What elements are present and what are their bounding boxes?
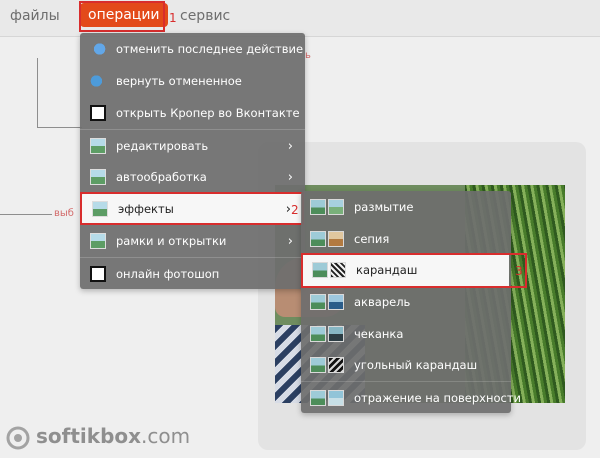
image-edit-icon bbox=[90, 138, 106, 154]
menu-item-label: вернуть отмененное bbox=[116, 74, 242, 88]
annotation-number-2: 2 bbox=[291, 203, 299, 217]
annotation-number-3: 3 bbox=[515, 264, 523, 278]
background-text: ь bbox=[305, 50, 311, 61]
submenu-item-blur[interactable]: размытие bbox=[301, 191, 511, 223]
submenu-item-label: отражение на поверхности bbox=[354, 391, 522, 406]
effect-preview bbox=[310, 198, 344, 215]
blur-icon bbox=[328, 198, 344, 215]
nav-item-service[interactable]: сервис bbox=[180, 8, 230, 24]
effects-submenu: размытие сепия карандаш акварель чеканка bbox=[301, 191, 521, 414]
chevron-right-icon: › bbox=[287, 138, 293, 154]
submenu-item-reflection[interactable]: отражение на поверхности bbox=[301, 381, 521, 414]
connector-line bbox=[37, 58, 38, 128]
chevron-right-icon: › bbox=[287, 169, 293, 185]
submenu-item-watercolor[interactable]: акварель bbox=[301, 286, 511, 318]
watermark-logo: softikbox.com bbox=[36, 424, 190, 448]
submenu-item-emboss[interactable]: чеканка bbox=[301, 318, 511, 350]
submenu-item-sepia[interactable]: сепия bbox=[301, 223, 511, 255]
effect-preview bbox=[310, 357, 344, 374]
softikbox-logo-icon bbox=[6, 426, 30, 450]
undo-icon bbox=[90, 41, 106, 57]
submenu-item-label: размытие bbox=[354, 199, 414, 214]
menu-item-autoprocess[interactable]: автообработка › bbox=[80, 161, 305, 193]
sepia-icon bbox=[328, 230, 344, 247]
logo-name: softikbox bbox=[36, 424, 142, 448]
effect-preview bbox=[310, 325, 344, 342]
menu-item-label: редактировать bbox=[116, 139, 209, 153]
original-thumb-icon bbox=[310, 325, 326, 342]
menu-item-label: автообработка bbox=[116, 170, 207, 184]
original-thumb-icon bbox=[310, 293, 326, 310]
chevron-right-icon: › bbox=[287, 233, 293, 249]
watercolor-icon bbox=[328, 293, 344, 310]
submenu-item-label: чеканка bbox=[354, 326, 404, 341]
submenu-item-label: акварель bbox=[354, 294, 411, 309]
menu-item-online-photoshop[interactable]: онлайн фотошоп bbox=[80, 257, 305, 290]
operations-menu: отменить последнее действие вернуть отме… bbox=[80, 33, 305, 289]
original-thumb-icon bbox=[310, 230, 326, 247]
charcoal-icon bbox=[328, 357, 344, 374]
menu-item-label: открыть Кропер во Вконтакте bbox=[116, 106, 300, 120]
menu-item-open-cropper-vk[interactable]: открыть Кропер во Вконтакте bbox=[80, 97, 305, 129]
connector-line bbox=[37, 127, 82, 128]
nav-item-files[interactable]: файлы bbox=[10, 8, 60, 24]
emboss-icon bbox=[328, 325, 344, 342]
image-auto-icon bbox=[90, 169, 106, 185]
annotation-box-2 bbox=[80, 192, 304, 225]
menu-item-label: рамки и открытки bbox=[116, 234, 227, 248]
menu-item-label: отменить последнее действие bbox=[116, 42, 304, 56]
logo-tld: .com bbox=[141, 424, 191, 448]
background-text: выб bbox=[54, 208, 74, 219]
menu-item-frames-cards[interactable]: рамки и открытки › bbox=[80, 225, 305, 257]
frames-icon bbox=[90, 233, 106, 249]
menu-item-redo[interactable]: вернуть отмененное bbox=[80, 65, 305, 97]
submenu-item-charcoal[interactable]: угольный карандаш bbox=[301, 350, 511, 382]
crop-icon bbox=[90, 266, 106, 282]
menu-item-undo[interactable]: отменить последнее действие bbox=[80, 33, 305, 65]
annotation-number-1: 1 bbox=[169, 11, 177, 25]
submenu-item-label: сепия bbox=[354, 231, 390, 246]
menu-item-label: онлайн фотошоп bbox=[116, 267, 220, 281]
effect-preview bbox=[310, 230, 344, 247]
submenu-item-label: угольный карандаш bbox=[354, 358, 478, 373]
original-thumb-icon bbox=[310, 390, 326, 407]
effect-preview bbox=[310, 390, 344, 407]
original-thumb-icon bbox=[310, 198, 326, 215]
reflection-icon bbox=[328, 390, 344, 407]
menu-item-edit[interactable]: редактировать › bbox=[80, 129, 305, 162]
crop-icon bbox=[90, 105, 106, 121]
effect-preview bbox=[310, 293, 344, 310]
original-thumb-icon bbox=[310, 357, 326, 374]
annotation-box-3 bbox=[301, 253, 527, 288]
annotation-box-1 bbox=[79, 1, 165, 32]
connector-line bbox=[0, 214, 52, 215]
redo-icon bbox=[90, 73, 106, 89]
